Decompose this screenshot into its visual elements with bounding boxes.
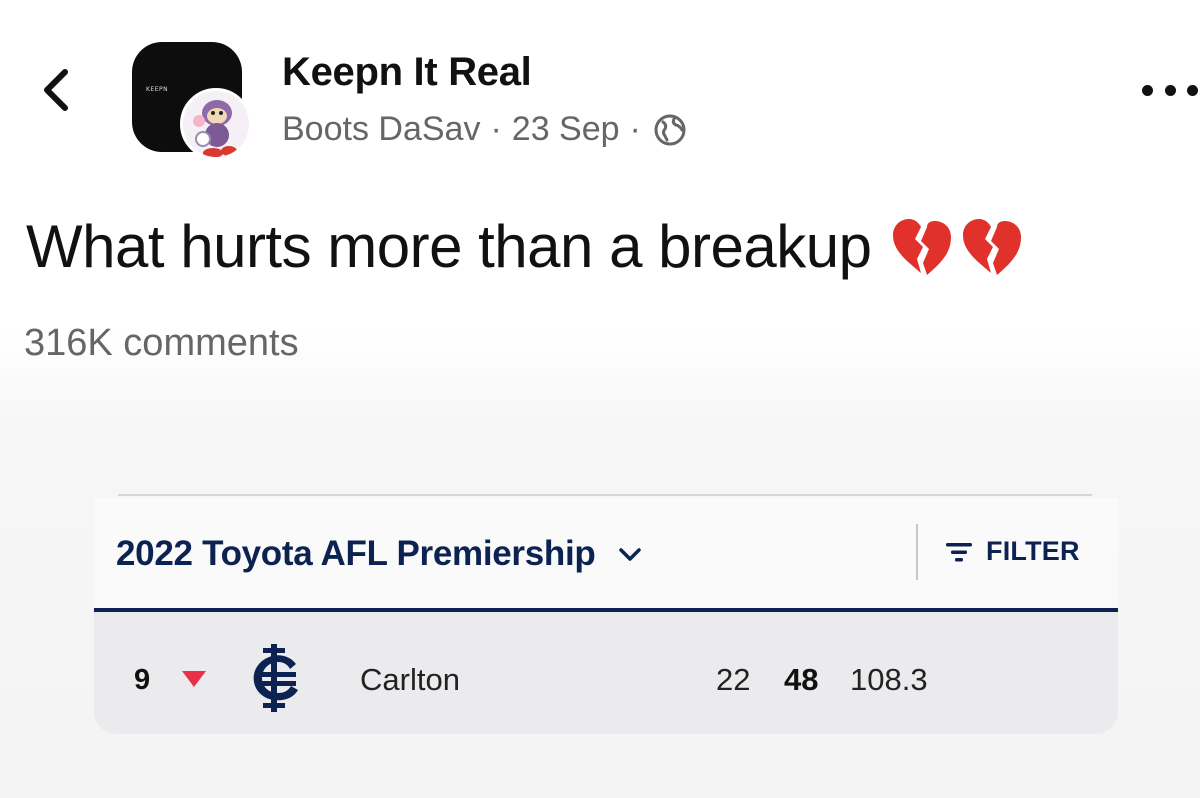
chevron-down-icon (619, 548, 642, 561)
meta-separator: · (490, 110, 502, 148)
games-played: 22 (716, 662, 751, 697)
ladder-position: 9 (134, 664, 151, 696)
post-meta: Boots DaSav · 23 Sep · (282, 110, 687, 149)
broken-heart-icon (963, 218, 1022, 275)
carlton-logo-icon (253, 644, 298, 712)
monkey-character-icon (183, 91, 249, 157)
competition-label: 2022 Toyota AFL Premiership (116, 534, 596, 573)
filter-label: FILTER (986, 536, 1080, 566)
post-body: What hurts more than a breakup (26, 212, 1023, 281)
broken-heart-icon (893, 218, 952, 275)
more-dot (1187, 84, 1198, 96)
divider (118, 494, 1092, 496)
more-options-button[interactable] (1142, 80, 1198, 100)
post-text: What hurts more than a breakup (26, 213, 872, 280)
emoji-group (889, 217, 1023, 277)
filter-icon (946, 542, 972, 561)
globe-icon (654, 114, 686, 145)
back-button[interactable] (28, 60, 84, 120)
author-name[interactable]: Boots DaSav (282, 110, 480, 149)
post-screen: KEEPN Keepn It Real Boots DaSav · 23 Sep… (0, 0, 1200, 798)
filter-button[interactable]: FILTER (944, 536, 1080, 567)
avatar-logo-text: KEEPN (146, 86, 169, 93)
page-avatar[interactable]: KEEPN (132, 42, 252, 160)
meta-separator: · (629, 110, 641, 148)
competition-select[interactable]: 2022 Toyota AFL Premiership (116, 534, 643, 574)
more-dot (1142, 84, 1153, 96)
divider (916, 524, 918, 580)
down-arrow-icon (182, 671, 206, 687)
page-name[interactable]: Keepn It Real (282, 50, 532, 95)
club-name[interactable]: Carlton (360, 662, 460, 698)
post-date[interactable]: 23 Sep (512, 110, 620, 149)
premiership-points: 48 (784, 662, 819, 697)
more-dot (1164, 84, 1176, 96)
comments-count[interactable]: 316K comments (24, 322, 299, 365)
author-avatar[interactable] (180, 88, 252, 160)
percentage: 108.3 (850, 662, 928, 697)
chevron-left-icon (44, 69, 68, 111)
